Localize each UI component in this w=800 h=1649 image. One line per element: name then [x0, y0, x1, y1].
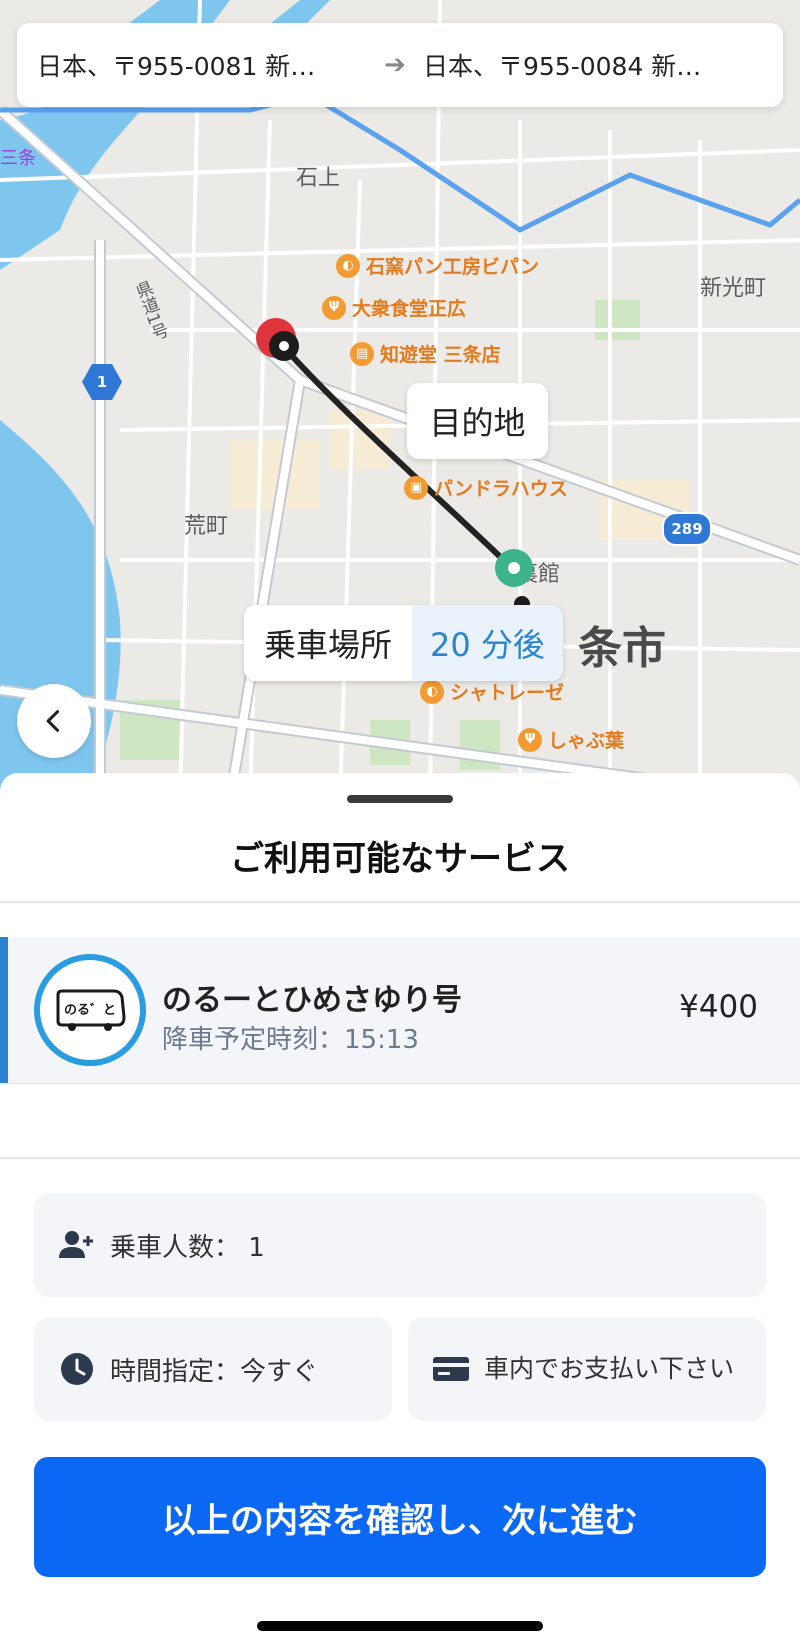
map-label: 石上: [296, 166, 341, 191]
poi-shabu[interactable]: Ψ しゃぶ葉: [518, 726, 624, 753]
bakery-icon: ◐: [336, 253, 360, 278]
service-name: のるーとひめさゆり号: [162, 983, 462, 1018]
bakery-icon: ◐: [420, 679, 444, 704]
payment-label: 車内でお支払い下さい: [484, 1354, 735, 1383]
route-map[interactable]: 石上 新光町 荒町 条市 三条 県道1号 裏館 ◐ 石窯パン工房ビパン Ψ 大衆食堂…: [0, 0, 800, 800]
clock-icon: [58, 1352, 96, 1386]
sheet-title: ご利用可能なサービス: [230, 839, 570, 879]
poi-bakery[interactable]: ◐ 石窯パン工房ビパン: [336, 252, 539, 279]
origin-address[interactable]: 日本、〒955-0081 新…: [37, 47, 367, 83]
poi-chateraise[interactable]: ◐ シャトレーゼ: [420, 678, 564, 705]
pickup-eta: 20 分後: [412, 605, 563, 681]
divider: [0, 1083, 800, 1084]
divider: [0, 1157, 800, 1159]
passenger-count-label: 乗車人数： 1: [110, 1232, 265, 1263]
confirm-button[interactable]: 以上の内容を確認し、次に進む: [34, 1457, 766, 1577]
shopping-icon: ▣: [404, 475, 428, 500]
home-indicator: [257, 1621, 543, 1631]
destination-address[interactable]: 日本、〒955-0084 新…: [423, 47, 753, 83]
credit-card-icon: [432, 1355, 470, 1383]
service-logo: のる゛と: [34, 954, 146, 1066]
service-option[interactable]: のる゛と のるーとひめさゆり号 降車予定時刻：15:13 ¥400: [0, 937, 800, 1083]
map-label: 新光町: [700, 276, 767, 301]
arrow-right-icon: ➔: [384, 50, 406, 80]
restaurant-icon: Ψ: [322, 295, 346, 320]
back-button[interactable]: [17, 684, 91, 758]
pickup-label: 乗車場所: [264, 626, 393, 664]
book-icon: ▤: [350, 341, 374, 366]
service-logo-text: のる゛と: [64, 1002, 116, 1018]
time-option[interactable]: 時間指定：今すぐ: [34, 1317, 392, 1421]
service-price: ¥400: [679, 989, 758, 1025]
pickup-marker[interactable]: [492, 548, 536, 612]
poi-restaurant[interactable]: Ψ 大衆食堂正広: [322, 294, 466, 321]
map-label: 荒町: [184, 514, 229, 539]
sheet-grabber[interactable]: [347, 795, 453, 803]
poi-bookstore[interactable]: ▤ 知遊堂 三条店: [350, 340, 501, 367]
route-address-bar[interactable]: 日本、〒955-0081 新… ➔ 日本、〒955-0084 新…: [17, 23, 783, 107]
chevron-left-icon: [46, 710, 60, 732]
divider: [0, 901, 800, 903]
dropoff-time: 降車予定時刻：15:13: [162, 1025, 419, 1055]
destination-marker[interactable]: [254, 316, 304, 366]
map-label: 条市: [578, 623, 666, 674]
passenger-count-option[interactable]: 乗車人数： 1: [34, 1193, 766, 1297]
bus-icon: のる゛と: [56, 989, 126, 1031]
restaurant-icon: Ψ: [518, 727, 542, 752]
person-add-icon: [58, 1230, 96, 1260]
poi-pandora[interactable]: ▣ パンドラハウス: [404, 474, 568, 501]
time-label: 時間指定：今すぐ: [110, 1356, 319, 1387]
services-sheet: ご利用可能なサービス のる゛と のるーとひめさゆり号 降車予定時刻：15:13 …: [0, 773, 800, 1649]
destination-callout: 目的地: [407, 383, 548, 459]
pickup-callout: 乗車場所 20 分後: [244, 605, 563, 681]
payment-option[interactable]: 車内でお支払い下さい: [408, 1317, 766, 1421]
route-289-shield: 289: [662, 512, 712, 546]
map-label: 三条: [0, 148, 36, 169]
